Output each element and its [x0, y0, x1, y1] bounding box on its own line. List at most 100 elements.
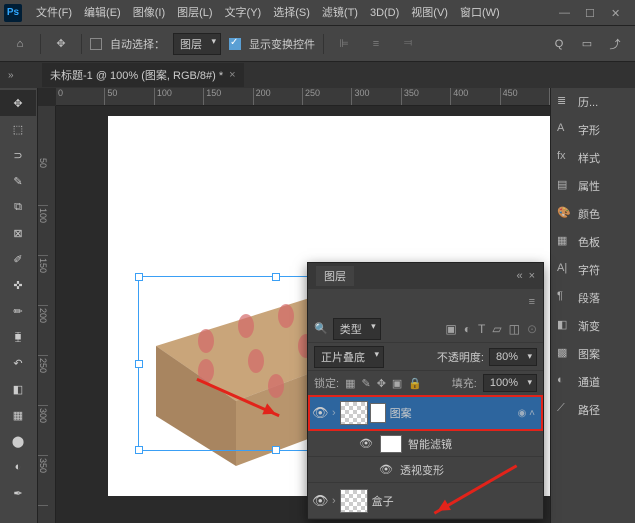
- layer-thumbnail[interactable]: [340, 489, 368, 513]
- minimize-icon[interactable]: —: [559, 7, 571, 19]
- menu-select[interactable]: 选择(S): [267, 0, 316, 26]
- filter-toggle-icon[interactable]: ⊙: [527, 322, 537, 336]
- crop-tool[interactable]: ⧉: [0, 194, 36, 220]
- filter-type-icon[interactable]: T: [478, 322, 485, 336]
- handle-top-left[interactable]: [135, 273, 143, 281]
- handle-bot-left[interactable]: [135, 446, 143, 454]
- panel-styles[interactable]: fx样式: [551, 144, 635, 172]
- layer-row-box[interactable]: 👁 › 盒子: [308, 483, 543, 519]
- history-brush-tool[interactable]: ↶: [0, 350, 36, 376]
- panel-channels[interactable]: ◐通道: [551, 368, 635, 396]
- panel-patterns[interactable]: ▩图案: [551, 340, 635, 368]
- toolbox: ✥ ⬚ ⊃ ✎ ⧉ ⊠ ✐ ✜ ✏ ⧯ ↶ ◧ ▦ ⬤ ◐ ✒: [0, 88, 38, 523]
- layers-panel[interactable]: 图层 « × ≡ 🔍 类型 ▣ ◐ T ▱ ◫ ⊙ 正片叠底 不透明度: 80%…: [307, 262, 544, 520]
- filter-shape-icon[interactable]: ▱: [492, 322, 501, 336]
- panel-gradients[interactable]: ◧渐变: [551, 312, 635, 340]
- healing-tool[interactable]: ✜: [0, 272, 36, 298]
- lock-pixels-icon[interactable]: ✎: [361, 377, 370, 390]
- panel-character[interactable]: A|字符: [551, 256, 635, 284]
- lock-all-icon[interactable]: 🔒: [408, 377, 422, 390]
- visibility-toggle-icon[interactable]: 👁: [312, 493, 328, 509]
- opacity-label: 不透明度:: [437, 349, 484, 365]
- layer-row-pattern[interactable]: 👁 › 图案 ◉ ˄: [308, 395, 543, 431]
- stamp-tool[interactable]: ⧯: [0, 324, 36, 350]
- menu-3d[interactable]: 3D(D): [364, 0, 405, 26]
- layer-mask-thumbnail[interactable]: [370, 403, 386, 423]
- lock-position-icon[interactable]: ✥: [377, 377, 386, 390]
- close-icon[interactable]: ✕: [611, 7, 623, 19]
- eraser-tool[interactable]: ◧: [0, 376, 36, 402]
- menu-type[interactable]: 文字(Y): [219, 0, 268, 26]
- auto-select-label: 自动选择：: [110, 36, 165, 52]
- filter-adjust-icon[interactable]: ◐: [464, 322, 471, 336]
- panel-glyphs[interactable]: A字形: [551, 116, 635, 144]
- frame-tool[interactable]: ⊠: [0, 220, 36, 246]
- quick-select-tool[interactable]: ✎: [0, 168, 36, 194]
- move-tool-icon[interactable]: ✥: [49, 32, 73, 56]
- menu-window[interactable]: 窗口(W): [454, 0, 506, 26]
- visibility-toggle-icon[interactable]: 👁: [312, 405, 328, 421]
- filter-smart-icon[interactable]: ◫: [509, 322, 520, 336]
- gradient-tool[interactable]: ▦: [0, 402, 36, 428]
- fill-input[interactable]: 100%: [483, 374, 537, 392]
- panel-paths[interactable]: ⟋路径: [551, 396, 635, 424]
- align-left-icon[interactable]: ⊫: [332, 32, 356, 56]
- brush-tool[interactable]: ✏: [0, 298, 36, 324]
- layer-thumbnail[interactable]: [340, 401, 368, 425]
- search-icon[interactable]: Q: [547, 32, 571, 56]
- menu-edit[interactable]: 编辑(E): [78, 0, 127, 26]
- layers-panel-tab[interactable]: 图层: [316, 266, 354, 286]
- blur-tool[interactable]: ⬤: [0, 428, 36, 454]
- panel-close-icon[interactable]: ×: [529, 270, 535, 282]
- eyedropper-tool[interactable]: ✐: [0, 246, 36, 272]
- filter-kind-icon[interactable]: 🔍: [314, 322, 328, 335]
- menu-image[interactable]: 图像(I): [127, 0, 171, 26]
- auto-select-checkbox[interactable]: [90, 38, 102, 50]
- panel-paragraph[interactable]: ¶段落: [551, 284, 635, 312]
- auto-select-target-dropdown[interactable]: 图层: [173, 33, 221, 55]
- workspace-icon[interactable]: ▭: [575, 32, 599, 56]
- filter-mask-thumbnail[interactable]: [380, 435, 402, 453]
- lock-transparency-icon[interactable]: ▦: [345, 377, 355, 390]
- app-logo: Ps: [4, 4, 22, 22]
- panel-collapse-icon[interactable]: «: [516, 270, 522, 282]
- opacity-input[interactable]: 80%: [489, 348, 537, 366]
- filter-pixel-icon[interactable]: ▣: [445, 322, 456, 336]
- pen-tool[interactable]: ✒: [0, 480, 36, 506]
- menu-view[interactable]: 视图(V): [405, 0, 454, 26]
- lock-artboard-icon[interactable]: ▣: [392, 377, 402, 390]
- home-icon[interactable]: ⌂: [8, 32, 32, 56]
- share-icon[interactable]: ⤴: [603, 32, 627, 56]
- panel-swatches[interactable]: ▦色板: [551, 228, 635, 256]
- visibility-toggle-icon[interactable]: 👁: [378, 463, 394, 476]
- handle-top-mid[interactable]: [272, 273, 280, 281]
- panel-properties[interactable]: ▤属性: [551, 172, 635, 200]
- panel-color[interactable]: 🎨颜色: [551, 200, 635, 228]
- blend-mode-dropdown[interactable]: 正片叠底: [314, 346, 384, 368]
- move-tool[interactable]: ✥: [0, 90, 36, 116]
- menu-layer[interactable]: 图层(L): [171, 0, 218, 26]
- fill-label: 填充:: [452, 375, 477, 391]
- menu-filter[interactable]: 滤镜(T): [316, 0, 364, 26]
- layer-name[interactable]: 图案: [390, 405, 514, 421]
- tab-close-icon[interactable]: ×: [229, 69, 235, 81]
- align-right-icon[interactable]: ⫤: [396, 32, 420, 56]
- menu-file[interactable]: 文件(F): [30, 0, 78, 26]
- visibility-toggle-icon[interactable]: 👁: [358, 437, 374, 450]
- smart-filters-row[interactable]: 👁 智能滤镜: [308, 431, 543, 457]
- dodge-tool[interactable]: ◐: [0, 454, 36, 480]
- handle-bot-mid[interactable]: [272, 446, 280, 454]
- separator: [40, 34, 41, 54]
- panel-history[interactable]: ≣历...: [551, 88, 635, 116]
- show-transform-checkbox[interactable]: [229, 38, 241, 50]
- marquee-tool[interactable]: ⬚: [0, 116, 36, 142]
- align-center-icon[interactable]: ≡: [364, 32, 388, 56]
- layer-filter-indicator[interactable]: ◉ ˄: [518, 408, 539, 419]
- lasso-tool[interactable]: ⊃: [0, 142, 36, 168]
- expand-panels-icon[interactable]: »: [8, 70, 14, 81]
- document-tab[interactable]: 未标题-1 @ 100% (图案, RGB/8#) * ×: [42, 63, 244, 87]
- handle-mid-left[interactable]: [135, 360, 143, 368]
- maximize-icon[interactable]: ☐: [585, 7, 597, 19]
- panel-menu-icon[interactable]: ≡: [529, 296, 535, 308]
- filter-kind-dropdown[interactable]: 类型: [333, 318, 381, 340]
